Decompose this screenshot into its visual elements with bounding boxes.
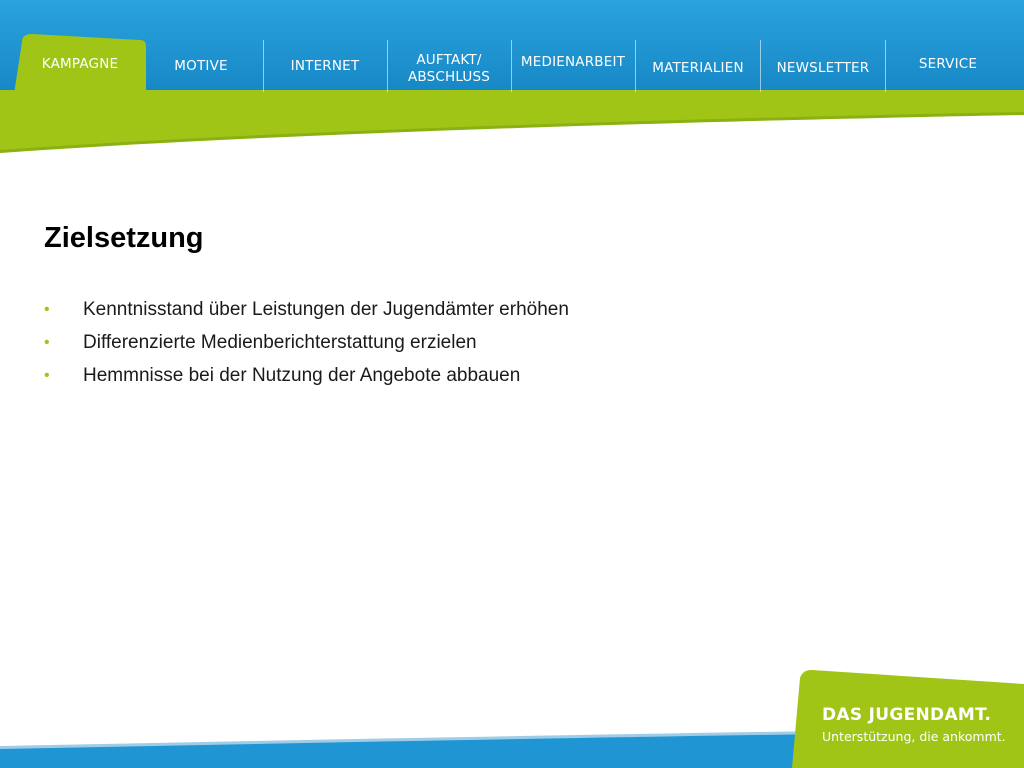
nav-item-auftakt-abschluss[interactable]: AUFTAKT/ ABSCHLUSS [388,41,510,97]
list-item: • Differenzierte Medienberichterstattung… [44,329,569,362]
nav-item-kampagne[interactable]: KAMPAGNE [20,36,140,92]
nav-item-service[interactable]: SERVICE [886,36,1010,92]
main-navigation: KAMPAGNE MOTIVE INTERNET AUFTAKT/ ABSCHL… [0,38,1024,94]
goal-list: • Kenntnisstand über Leistungen der Juge… [44,296,569,395]
nav-item-materialien[interactable]: MATERIALIEN [636,40,760,96]
list-item-text: Kenntnisstand über Leistungen der Jugend… [83,299,569,320]
nav-item-medienarbeit[interactable]: MEDIENARBEIT [512,34,634,90]
list-item: • Hemmnisse bei der Nutzung der Angebote… [44,362,569,395]
bullet-icon: • [44,301,50,318]
logo-title: DAS JUGENDAMT. [822,705,992,725]
list-item-text: Hemmnisse bei der Nutzung der Angebote a… [83,365,521,386]
page-title: Zielsetzung [44,222,204,254]
bullet-icon: • [44,367,50,384]
nav-item-motive[interactable]: MOTIVE [142,38,260,94]
nav-item-internet[interactable]: INTERNET [264,38,386,94]
logo-subtitle: Unterstützung, die ankommt. [822,729,1006,744]
list-item: • Kenntnisstand über Leistungen der Juge… [44,296,569,329]
nav-item-newsletter[interactable]: NEWSLETTER [761,40,885,96]
bullet-icon: • [44,334,50,351]
list-item-text: Differenzierte Medienberichterstattung e… [83,332,477,353]
